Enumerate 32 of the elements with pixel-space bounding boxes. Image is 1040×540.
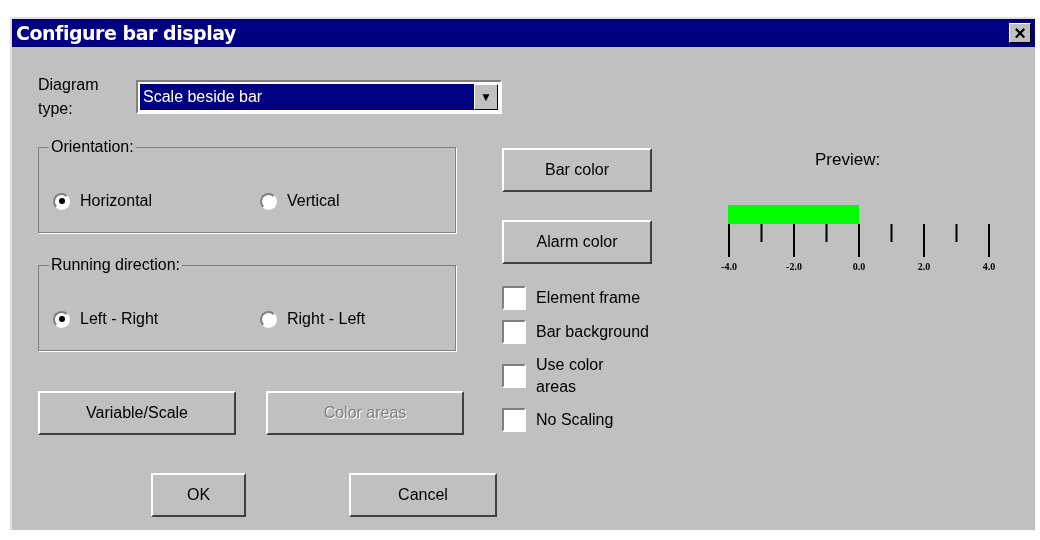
radio-button[interactable] bbox=[53, 310, 70, 328]
radio-option[interactable]: Right - Left bbox=[260, 307, 366, 331]
scale-label: -2.0 bbox=[786, 259, 802, 274]
scale-label: 2.0 bbox=[917, 259, 931, 274]
close-button[interactable]: × bbox=[1009, 23, 1031, 43]
scale-label: 4.0 bbox=[982, 259, 996, 274]
color-button[interactable]: Alarm color bbox=[502, 220, 652, 264]
preview-label: Preview: bbox=[814, 149, 882, 171]
cancel-button[interactable]: Cancel bbox=[349, 473, 497, 517]
ok-button[interactable]: OK bbox=[151, 473, 246, 517]
radio-option[interactable]: Horizontal bbox=[53, 189, 260, 213]
action-button[interactable]: Variable/Scale bbox=[38, 391, 236, 435]
dropdown-value: Scale beside bar bbox=[140, 84, 474, 110]
radio-option[interactable]: Left - Right bbox=[53, 307, 260, 331]
scale-label: -4.0 bbox=[721, 259, 737, 274]
scale-label: 0.0 bbox=[852, 259, 866, 274]
checkbox[interactable] bbox=[502, 320, 526, 344]
checkbox[interactable] bbox=[502, 364, 526, 388]
radio-button[interactable] bbox=[260, 192, 277, 210]
color-button[interactable]: Bar color bbox=[502, 148, 652, 192]
window-title: Configure bar display bbox=[16, 20, 236, 46]
checkbox[interactable] bbox=[502, 408, 526, 432]
radio-button[interactable] bbox=[53, 192, 70, 210]
radio-button[interactable] bbox=[260, 310, 277, 328]
checkbox-option[interactable]: Element frame bbox=[502, 286, 692, 310]
checkbox-option[interactable]: Bar background bbox=[502, 320, 692, 344]
checkbox[interactable] bbox=[502, 286, 526, 310]
diagram-type-dropdown[interactable]: Scale beside bar ▼ bbox=[136, 80, 502, 114]
field-label: Diagram type: bbox=[38, 75, 100, 119]
checkbox-option[interactable]: Use color areas bbox=[502, 354, 692, 398]
radio-option[interactable]: Vertical bbox=[260, 189, 340, 213]
checkbox-option[interactable]: No Scaling bbox=[502, 408, 692, 432]
